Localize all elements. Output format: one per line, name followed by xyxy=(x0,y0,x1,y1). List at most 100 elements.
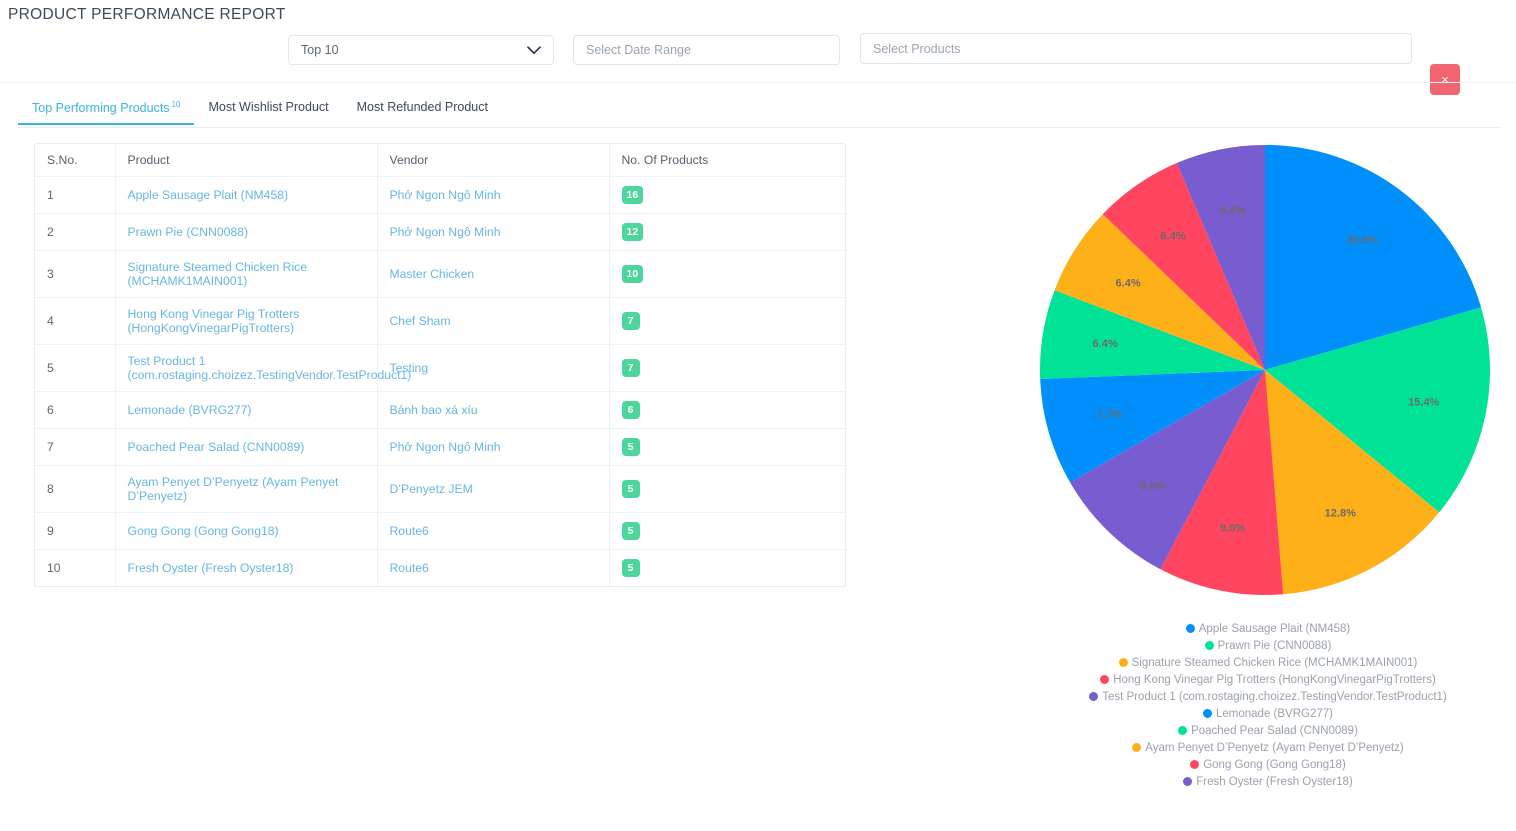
product-link[interactable]: Fresh Oyster (Fresh Oyster18) xyxy=(128,561,294,575)
tab-most-refunded-product[interactable]: Most Refunded Product xyxy=(343,96,502,124)
count-badge: 5 xyxy=(621,437,640,456)
count-badge: 6 xyxy=(621,400,640,419)
legend-color-dot-icon xyxy=(1100,675,1110,684)
legend-item[interactable]: Prawn Pie (CNN0088) xyxy=(1204,640,1332,652)
product-link[interactable]: Prawn Pie (CNN0088) xyxy=(128,225,249,239)
product-link[interactable]: Apple Sausage Plait (NM458) xyxy=(128,188,289,202)
product-link[interactable]: Test Product 1 (com.rostaging.choizez.Te… xyxy=(128,354,412,382)
legend-item[interactable]: Gong Gong (Gong Gong18) xyxy=(1190,759,1346,771)
cell-count: 5 xyxy=(609,549,847,586)
table-row: 6 Lemonade (BVRG277) Bánh bao xá xíu 6 xyxy=(35,391,847,429)
tab-bar-underline xyxy=(18,127,1500,128)
vendor-link[interactable]: D’Penyetz JEM xyxy=(390,482,473,496)
cell-count: 12 xyxy=(609,213,847,251)
products-select-input[interactable]: Select Products xyxy=(860,33,1412,64)
product-distribution-chart: 20.5% 15.4% 12.8% 9.0% 9.0% 7.7% 6.4% 6.4% 6.4% 6… xyxy=(1020,130,1516,831)
product-link[interactable]: Ayam Penyet D’Penyetz (Ayam Penyet D’Pen… xyxy=(128,475,339,503)
vendor-link[interactable]: Phở Ngon Ngô Minh xyxy=(390,225,501,239)
cell-count: 6 xyxy=(609,391,847,429)
cell-vendor: Master Chicken xyxy=(377,250,610,298)
table-header-row: S.No. Product Vendor No. Of Products xyxy=(35,144,847,177)
date-range-placeholder: Select Date Range xyxy=(586,43,691,57)
legend-item[interactable]: Signature Steamed Chicken Rice (MCHAMK1M… xyxy=(1118,657,1418,669)
cell-sno: 10 xyxy=(35,549,116,586)
cell-vendor: Chef Sham xyxy=(377,297,610,345)
cell-sno: 6 xyxy=(35,391,116,429)
cell-product: Signature Steamed Chicken Rice (MCHAMK1M… xyxy=(115,250,378,298)
product-link[interactable]: Poached Pear Salad (CNN0089) xyxy=(128,440,305,454)
cell-vendor: Phở Ngon Ngô Minh xyxy=(377,213,610,251)
page-title: PRODUCT PERFORMANCE REPORT xyxy=(8,6,286,23)
top-n-select[interactable]: Top 10 xyxy=(288,35,554,65)
legend-color-dot-icon xyxy=(1178,726,1188,735)
legend-color-dot-icon xyxy=(1183,777,1193,786)
pie-slice-percent-label: 6.4% xyxy=(1220,205,1245,217)
pie-slice-percent-label: 9.0% xyxy=(1220,523,1245,535)
vendor-link[interactable]: Phở Ngon Ngô Minh xyxy=(390,188,501,202)
pie-slice-percent-label: 12.8% xyxy=(1325,507,1356,519)
cell-product: Fresh Oyster (Fresh Oyster18) xyxy=(115,549,378,586)
cell-product: Poached Pear Salad (CNN0089) xyxy=(115,428,378,466)
tab-label: Most Refunded Product xyxy=(356,100,488,114)
cell-sno: 8 xyxy=(35,465,116,513)
count-badge: 7 xyxy=(621,358,640,377)
report-page: PRODUCT PERFORMANCE REPORT Top 10 Select… xyxy=(0,0,1516,831)
date-range-input[interactable]: Select Date Range xyxy=(573,35,840,65)
table-row: 3 Signature Steamed Chicken Rice (MCHAMK1… xyxy=(35,250,847,298)
vendor-link[interactable]: Route6 xyxy=(390,524,429,538)
legend-label: Hong Kong Vinegar Pig Trotters (HongKong… xyxy=(1113,674,1436,686)
legend-item[interactable]: Apple Sausage Plait (NM458) xyxy=(1185,623,1351,635)
product-link[interactable]: Signature Steamed Chicken Rice (MCHAMK1M… xyxy=(128,260,308,288)
vendor-link[interactable]: Chef Sham xyxy=(390,314,451,328)
cell-product: Apple Sausage Plait (NM458) xyxy=(115,176,378,214)
vendor-link[interactable]: Route6 xyxy=(390,561,429,575)
tab-top-performing-products[interactable]: Top Performing Products 10 xyxy=(18,96,195,126)
legend-color-dot-icon xyxy=(1185,624,1195,633)
header-divider xyxy=(0,82,1516,83)
close-icon: × xyxy=(1441,72,1449,87)
clear-filters-button[interactable]: × xyxy=(1430,64,1460,95)
products-placeholder: Select Products xyxy=(873,41,961,56)
legend-label: Test Product 1 (com.rostaging.choizez.Te… xyxy=(1102,691,1447,703)
legend-label: Prawn Pie (CNN0088) xyxy=(1217,640,1332,652)
count-badge: 16 xyxy=(621,185,644,204)
top-products-table-wrapper: S.No. Product Vendor No. Of Products 1 Ap… xyxy=(34,143,847,587)
cell-count: 7 xyxy=(609,344,847,392)
legend-item[interactable]: Lemonade (BVRG277) xyxy=(1203,708,1333,720)
cell-vendor: Testing xyxy=(377,344,610,392)
legend-label: Lemonade (BVRG277) xyxy=(1216,708,1333,720)
pie-slice-percent-label: 6.4% xyxy=(1116,277,1141,289)
vendor-link[interactable]: Bánh bao xá xíu xyxy=(390,403,478,417)
product-link[interactable]: Lemonade (BVRG277) xyxy=(128,403,252,417)
tab-most-wishlist-product[interactable]: Most Wishlist Product xyxy=(194,96,342,124)
product-link[interactable]: Hong Kong Vinegar Pig Trotters (HongKong… xyxy=(128,307,300,335)
vendor-link[interactable]: Phở Ngon Ngô Minh xyxy=(390,440,501,454)
legend-item[interactable]: Poached Pear Salad (CNN0089) xyxy=(1178,725,1358,737)
legend-color-dot-icon xyxy=(1204,641,1214,650)
table-row: 5 Test Product 1 (com.rostaging.choizez.T… xyxy=(35,344,847,392)
cell-count: 16 xyxy=(609,176,847,214)
tab-label: Top Performing Products xyxy=(32,101,170,116)
legend-item[interactable]: Fresh Oyster (Fresh Oyster18) xyxy=(1183,776,1353,788)
chevron-down-icon xyxy=(527,45,541,54)
legend-color-dot-icon xyxy=(1132,743,1142,752)
cell-vendor: Phở Ngon Ngô Minh xyxy=(377,428,610,466)
legend-label: Signature Steamed Chicken Rice (MCHAMK1M… xyxy=(1131,657,1418,669)
product-link[interactable]: Gong Gong (Gong Gong18) xyxy=(128,524,279,538)
cell-vendor: Route6 xyxy=(377,512,610,550)
cell-product: Test Product 1 (com.rostaging.choizez.Te… xyxy=(115,344,411,392)
table-row: 2 Prawn Pie (CNN0088) Phở Ngon Ngô Minh 12 xyxy=(35,213,847,251)
legend-label: Apple Sausage Plait (NM458) xyxy=(1198,623,1351,635)
vendor-link[interactable]: Testing xyxy=(390,361,429,375)
count-badge: 10 xyxy=(621,264,644,283)
legend-item[interactable]: Hong Kong Vinegar Pig Trotters (HongKong… xyxy=(1100,674,1436,686)
vendor-link[interactable]: Master Chicken xyxy=(390,267,475,281)
legend-label: Ayam Penyet D’Penyetz (Ayam Penyet D’Pen… xyxy=(1145,742,1404,754)
tab-label: Most Wishlist Product xyxy=(208,100,329,114)
pie-slice-percent-label: 20.5% xyxy=(1347,234,1378,246)
cell-product: Hong Kong Vinegar Pig Trotters (HongKong… xyxy=(115,297,378,345)
column-header-count: No. Of Products xyxy=(609,144,847,177)
pie-slice-percent-label: 6.4% xyxy=(1160,231,1185,243)
legend-item[interactable]: Test Product 1 (com.rostaging.choizez.Te… xyxy=(1089,691,1447,703)
legend-item[interactable]: Ayam Penyet D’Penyetz (Ayam Penyet D’Pen… xyxy=(1132,742,1404,754)
